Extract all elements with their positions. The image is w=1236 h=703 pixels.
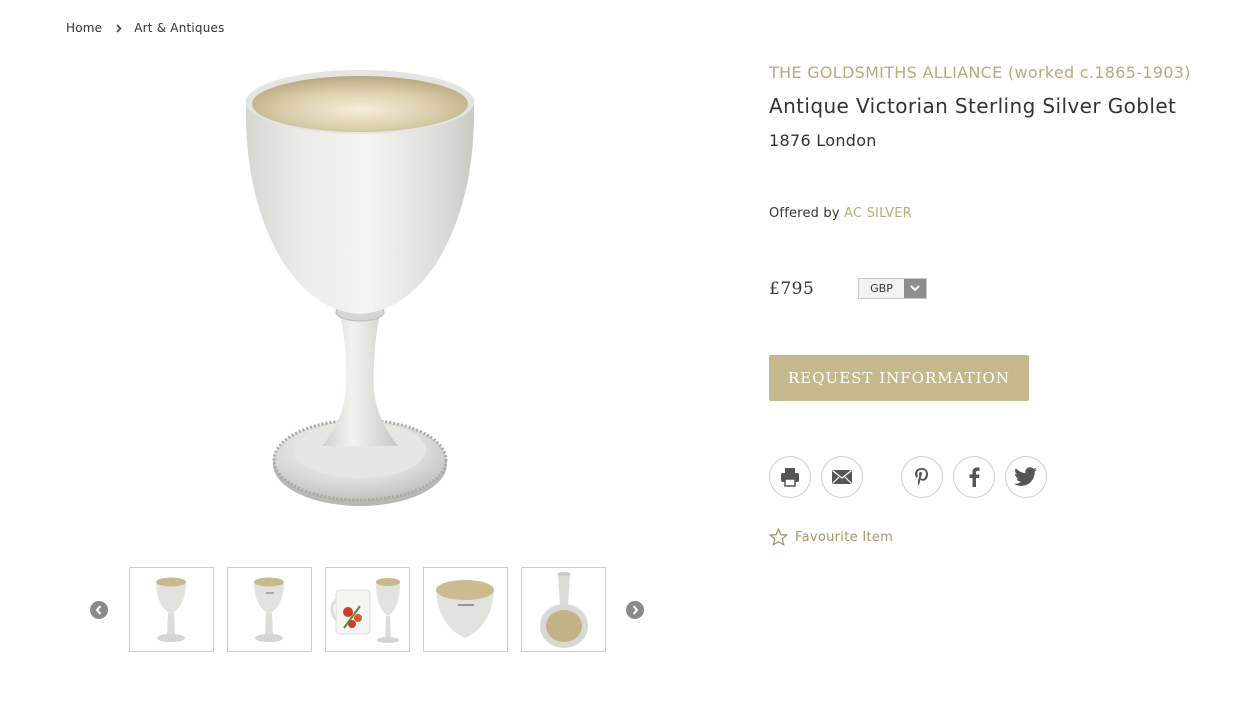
breadcrumb: Home Art & Antiques — [66, 21, 225, 35]
product-page: Home Art & Antiques THE GOLDSMITHS ALLIA… — [0, 0, 1236, 703]
breadcrumb-home[interactable]: Home — [66, 21, 102, 35]
maker-name[interactable]: THE GOLDSMITHS ALLIANCE (worked c.1865-1… — [769, 63, 1191, 82]
facebook-button[interactable] — [953, 456, 995, 498]
offered-by: Offered by AC SILVER — [769, 206, 912, 221]
currency-value: GBP — [859, 279, 904, 298]
star-icon — [769, 528, 788, 546]
email-icon — [832, 469, 852, 484]
thumbnail-goblet-side[interactable] — [227, 567, 312, 652]
chevron-down-icon — [904, 279, 926, 298]
pinterest-button[interactable] — [901, 456, 943, 498]
price: £795 — [769, 279, 815, 299]
breadcrumb-category[interactable]: Art & Antiques — [134, 21, 224, 35]
twitter-icon — [1014, 467, 1037, 486]
thumbnail-goblet-front[interactable] — [129, 567, 214, 652]
dealer-link[interactable]: AC SILVER — [844, 206, 912, 221]
thumbnail-goblet-base[interactable] — [521, 567, 606, 652]
chevron-right-icon — [632, 605, 639, 615]
chevron-right-icon — [116, 23, 122, 33]
facebook-icon — [969, 467, 980, 487]
product-title: Antique Victorian Sterling Silver Goblet — [769, 94, 1177, 118]
request-information-button[interactable]: REQUEST INFORMATION — [769, 355, 1029, 401]
offered-by-label: Offered by — [769, 206, 840, 221]
email-button[interactable] — [821, 456, 863, 498]
pinterest-icon — [915, 468, 928, 486]
print-icon — [781, 468, 799, 487]
thumbnail-goblet-with-mug[interactable] — [325, 567, 410, 652]
favourite-item-button[interactable]: Favourite Item — [769, 528, 893, 546]
twitter-button[interactable] — [1005, 456, 1047, 498]
thumbnail-next-button[interactable] — [626, 601, 644, 619]
product-subtitle: 1876 London — [769, 131, 877, 150]
chevron-left-icon — [95, 605, 102, 615]
main-product-image[interactable] — [230, 62, 490, 517]
thumbnail-goblet-bowl-interior[interactable] — [423, 567, 508, 652]
thumbnail-prev-button[interactable] — [90, 601, 108, 619]
favourite-label: Favourite Item — [795, 529, 894, 545]
print-button[interactable] — [769, 456, 811, 498]
currency-select[interactable]: GBP — [858, 278, 927, 299]
